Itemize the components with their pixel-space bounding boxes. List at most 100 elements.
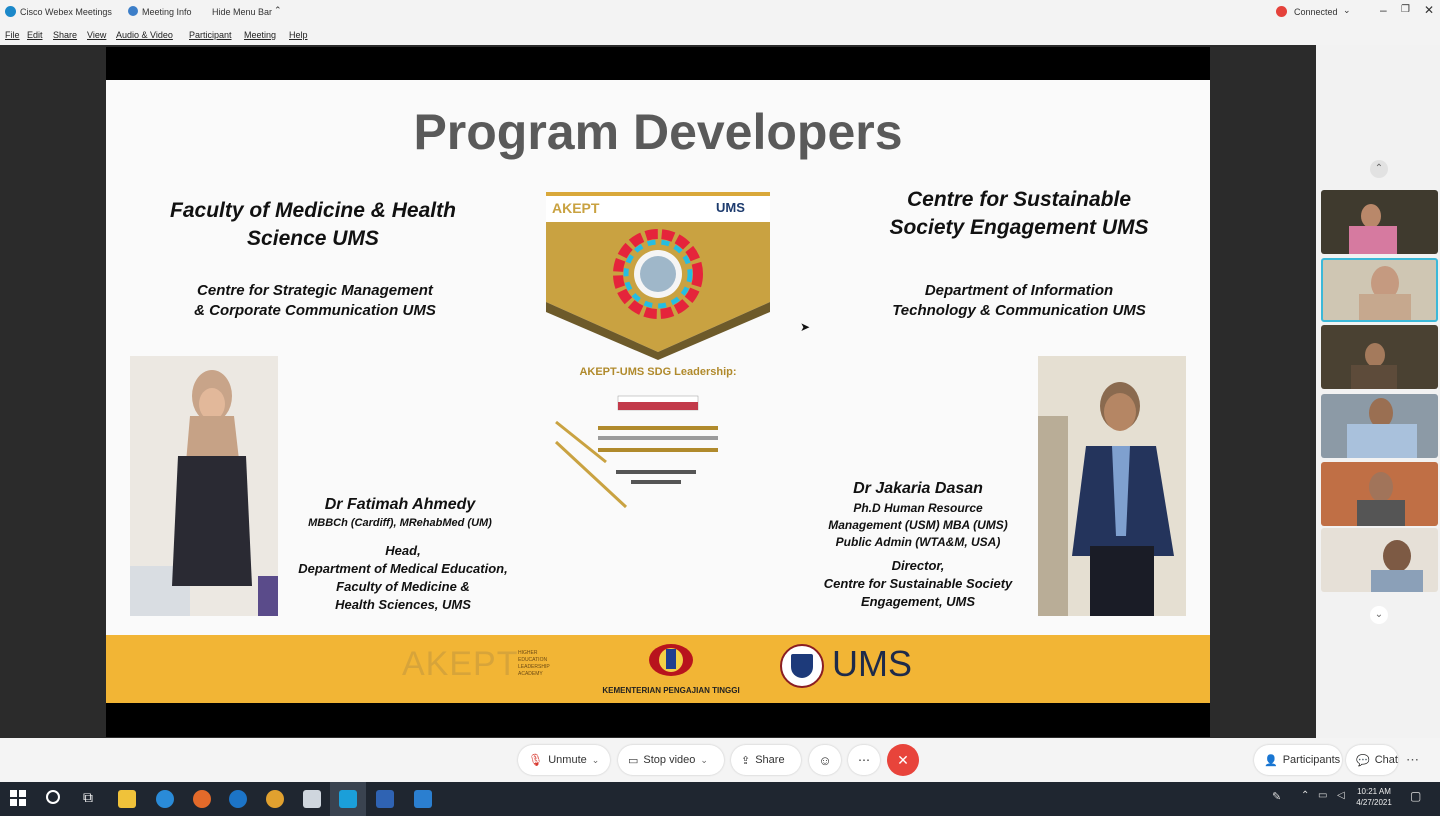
menu-help[interactable]: Help	[289, 30, 308, 40]
person2-qualification-line: Ph.D Human Resource	[853, 501, 983, 515]
poster-ums-logo: UMS	[716, 200, 745, 215]
stop-video-button[interactable]: ▭ Stop video ⌄	[618, 745, 724, 775]
ministry-crest-icon	[648, 643, 694, 677]
close-icon: ✕	[897, 752, 909, 768]
firefox-icon[interactable]	[193, 790, 211, 808]
menu-edit[interactable]: Edit	[27, 30, 43, 40]
person2-name: Dr Jakaria Dasan	[853, 480, 983, 497]
hide-menu-bar-button[interactable]: Hide Menu Bar	[212, 7, 272, 17]
participant-video-2-active-speaker[interactable]	[1321, 258, 1438, 322]
person2-qualification-line: Public Admin (WTA&M, USA)	[835, 535, 1001, 549]
reactions-button[interactable]: ☺	[809, 745, 841, 775]
participant-video-1[interactable]	[1321, 190, 1438, 254]
footer-akept-subtitle: HIGHER EDUCATION LEADERSHIP ACADEMY	[518, 650, 550, 677]
person2-photo-graphic	[1038, 356, 1186, 616]
webex-taskbar-icon[interactable]	[339, 790, 357, 808]
end-call-button[interactable]: ✕	[887, 744, 919, 776]
participant-video-5[interactable]	[1321, 462, 1438, 526]
menu-file[interactable]: File	[5, 30, 20, 40]
menu-participant[interactable]: Participant	[189, 30, 232, 40]
chevron-up-icon[interactable]: ⌃	[274, 5, 282, 16]
internet-explorer-icon[interactable]	[229, 790, 247, 808]
person1-qualifications: MBBCh (Cardiff), MRehabMed (UM)	[308, 517, 492, 529]
window-title-bar: Cisco Webex Meetings Meeting Info Hide M…	[0, 0, 1440, 25]
meeting-info-button[interactable]: Meeting Info	[142, 7, 192, 17]
chat-button[interactable]: 💬 Chat	[1346, 745, 1398, 775]
share-button[interactable]: ⇪ Share	[731, 745, 801, 775]
right-heading-line: Society Engagement UMS	[889, 216, 1149, 239]
left-subheading: Centre for Strategic Management & Corpor…	[160, 281, 470, 321]
pinned-app-icon[interactable]	[376, 790, 394, 808]
ellipsis-icon: ⋯	[858, 753, 870, 767]
scroll-up-icon[interactable]: ⌃	[1370, 160, 1388, 178]
close-icon[interactable]: ✕	[1424, 3, 1434, 17]
network-icon[interactable]: ▭	[1318, 790, 1327, 801]
chrome-icon[interactable]	[266, 790, 284, 808]
person1-name: Dr Fatimah Ahmedy	[324, 496, 476, 513]
menu-view[interactable]: View	[87, 30, 106, 40]
participants-button[interactable]: 👤 Participants	[1254, 745, 1342, 775]
edge-browser-icon[interactable]	[156, 790, 174, 808]
menu-bar: File Edit Share View Audio & Video Parti…	[0, 25, 1440, 45]
person1-role-line: Head,	[385, 543, 421, 558]
chevron-down-icon[interactable]: ⌄	[700, 755, 708, 766]
person2-qualification-line: Management (USM) MBA (UMS)	[828, 518, 1008, 532]
chat-label: Chat	[1374, 754, 1398, 766]
more-panel-options-icon[interactable]: ⋯	[1406, 752, 1419, 768]
more-options-button[interactable]: ⋯	[848, 745, 880, 775]
ministry-crest-graphic	[649, 644, 693, 676]
right-subheading-line: Department of Information	[924, 282, 1114, 299]
participant-video-6[interactable]	[1321, 528, 1438, 592]
sdg-poster-graphic	[546, 192, 770, 509]
menu-share[interactable]: Share	[53, 30, 77, 40]
windows-taskbar	[0, 782, 1440, 816]
share-label: Share	[755, 754, 785, 766]
scroll-down-icon[interactable]: ⌄	[1370, 606, 1388, 624]
chevron-down-icon[interactable]: ⌄	[592, 755, 600, 766]
minimize-icon[interactable]: –	[1380, 3, 1387, 17]
left-subheading-line: Centre for Strategic Management	[197, 282, 433, 299]
unmute-button[interactable]: 🎙 Unmute ⌄	[518, 745, 610, 775]
menu-meeting[interactable]: Meeting	[244, 30, 276, 40]
right-heading-line: Centre for Sustainable	[906, 188, 1132, 211]
microphone-muted-icon: 🎙	[528, 753, 544, 767]
smiley-icon: ☺	[818, 752, 832, 768]
left-heading: Faculty of Medicine & Health Science UMS	[170, 199, 456, 250]
pinned-app-icon[interactable]	[303, 790, 321, 808]
poster-akept-logo: AKEPT	[552, 200, 600, 216]
maximize-icon[interactable]: ❐	[1401, 4, 1410, 15]
pinned-app-icon[interactable]	[414, 790, 432, 808]
footer-akept-logo: AKEPT	[402, 645, 519, 683]
ums-crest-icon	[780, 644, 824, 688]
participant-video-4[interactable]	[1321, 394, 1438, 458]
task-view-icon[interactable]: ⧉	[83, 789, 93, 806]
person2-role-line: Centre for Sustainable Society	[823, 576, 1013, 591]
clock-time: 10:21 AM	[1357, 787, 1391, 796]
file-explorer-icon[interactable]	[118, 790, 136, 808]
chat-bubble-icon: 💬	[1356, 754, 1370, 767]
person2-role-line: Director,	[891, 558, 945, 573]
chevron-up-icon[interactable]: ⌃	[1301, 790, 1309, 801]
person2-role: Director, Centre for Sustainable Society…	[780, 557, 1056, 611]
pen-icon[interactable]: ✎	[1272, 790, 1281, 803]
participants-label: Participants	[1282, 754, 1341, 766]
footer-ministry-text: KEMENTERIAN PENGAJIAN TINGGI	[602, 686, 740, 695]
connection-status[interactable]: Connected	[1294, 7, 1338, 17]
participant-video-3[interactable]	[1321, 325, 1438, 389]
windows-logo-graphic	[10, 790, 26, 806]
webex-logo-icon	[5, 6, 16, 17]
person2-qualifications: Ph.D Human Resource Management (USM) MBA…	[780, 500, 1056, 551]
volume-icon[interactable]: ◁	[1337, 790, 1345, 801]
right-heading: Centre for Sustainable Society Engagemen…	[860, 186, 1178, 242]
notification-icon[interactable]: ▢	[1410, 789, 1421, 803]
connection-status-icon	[1276, 6, 1287, 17]
app-title: Cisco Webex Meetings	[20, 7, 112, 17]
windows-start-icon[interactable]	[10, 790, 26, 806]
clock-date: 4/27/2021	[1356, 798, 1392, 807]
person1-role-line: Faculty of Medicine &	[336, 579, 470, 594]
poster-title: AKEPT-UMS SDG Leadership:	[579, 366, 737, 378]
chevron-down-icon[interactable]: ⌄	[1343, 5, 1351, 16]
search-icon[interactable]	[46, 790, 60, 804]
clock[interactable]: 10:21 AM 4/27/2021	[1354, 786, 1394, 808]
menu-audio-video[interactable]: Audio & Video	[116, 30, 173, 40]
